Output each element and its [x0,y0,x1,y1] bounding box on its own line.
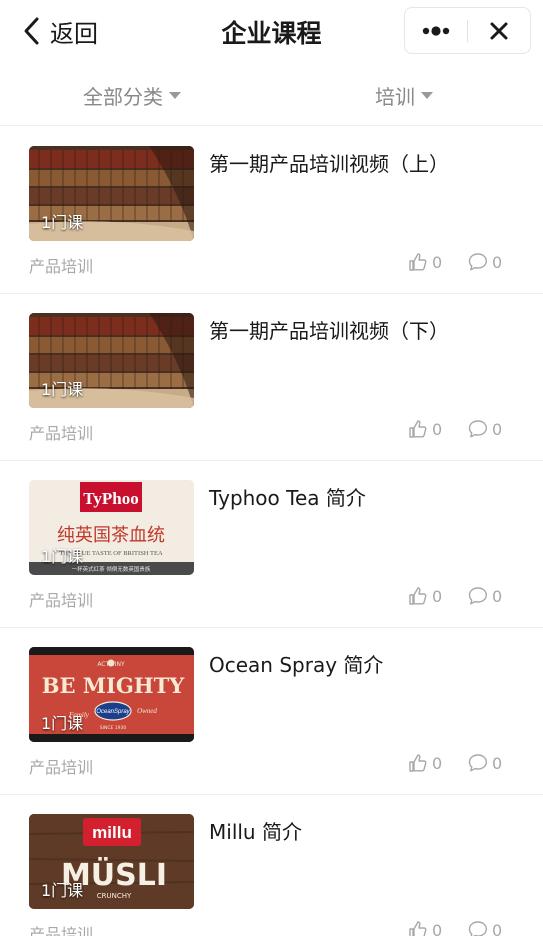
like-stat[interactable]: 0 [408,251,442,273]
course-thumbnail: TyPhoo 纯英国茶血统 THE TRUE TASTE OF BRITISH … [29,480,194,575]
like-stat[interactable]: 0 [408,919,442,936]
caret-down-icon [169,91,181,99]
comment-bubble-icon [468,587,487,605]
thumbs-up-icon [409,253,427,271]
thumbs-up-icon [409,754,427,772]
lesson-count: 1门课 [41,547,84,566]
course-item[interactable]: millu MÜSLI CRUNCHY 1门课 Millu 简介 产品培训 0 … [0,795,543,936]
millu-logo-text: millu [92,823,132,842]
thumbs-up-icon [409,420,427,438]
course-category: 产品培训 [29,925,94,936]
course-thumbnail: 1门课 [29,146,194,241]
comment-count: 0 [492,419,503,439]
comment-stat[interactable]: 0 [468,251,502,273]
typhoo-subline: 一杯英式红茶 倾倒无数英国贵族 [72,565,151,573]
lesson-count: 1门课 [41,881,84,900]
course-item[interactable]: 1门课 第一期产品培训视频（下） 产品培训 0 0 [0,294,543,461]
course-title: 第一期产品培训视频（下） [209,319,449,343]
course-category: 产品培训 [29,591,94,610]
millu-sub: CRUNCHY [97,892,132,900]
comment-bubble-icon [468,921,487,936]
comment-bubble-icon [468,420,487,438]
like-stat[interactable]: 0 [408,418,442,440]
comment-stat[interactable]: 0 [468,585,502,607]
more-dots-icon [422,25,450,36]
type-filter-label: 培训 [375,84,415,109]
course-category: 产品培训 [29,758,94,777]
comment-stat[interactable]: 0 [468,752,502,774]
course-item[interactable]: 1门课 第一期产品培训视频（上） 产品培训 0 0 [0,127,543,294]
nav-bar: 返回 企业课程 [0,0,543,62]
thumbs-up-icon [409,921,427,936]
lesson-count: 1门课 [41,380,84,399]
comment-bubble-icon [468,754,487,772]
like-stat[interactable]: 0 [408,585,442,607]
lesson-count: 1门课 [41,213,84,232]
comment-stat[interactable]: 0 [468,919,502,936]
back-button[interactable]: 返回 [22,14,98,48]
close-icon [490,22,508,39]
typhoo-logo-text: TyPhoo [83,489,138,508]
ocean-top-text: ACT TINY [97,661,125,668]
course-list: 1门课 第一期产品培训视频（上） 产品培训 0 0 1门课 第一期产品培训视频（… [0,127,543,936]
course-title: Ocean Spray 简介 [209,653,384,677]
like-count: 0 [432,252,443,272]
course-title: 第一期产品培训视频（上） [209,152,449,176]
comment-count: 0 [492,252,503,272]
more-button[interactable] [405,8,467,53]
back-label: 返回 [50,19,98,48]
course-thumbnail: ACT TINY BE MIGHTY OceanSpray Family Own… [29,647,194,742]
ocean-headline: BE MIGHTY [42,673,186,698]
ocean-right-script: Owned [137,707,157,715]
course-item[interactable]: TyPhoo 纯英国茶血统 THE TRUE TASTE OF BRITISH … [0,461,543,628]
like-count: 0 [432,753,443,773]
like-count: 0 [432,586,443,606]
ocean-sub: SINCE 1930 [100,725,127,731]
comment-bubble-icon [468,253,487,271]
course-category: 产品培训 [29,257,94,276]
category-filter[interactable]: 全部分类 [83,64,181,126]
course-category: 产品培训 [29,424,94,443]
chevron-left-icon [24,17,39,45]
mini-program-capsule [404,7,531,54]
lesson-count: 1门课 [41,714,84,733]
like-stat[interactable]: 0 [408,752,442,774]
course-thumbnail: 1门课 [29,313,194,408]
course-thumbnail: millu MÜSLI CRUNCHY 1门课 [29,814,194,909]
comment-stat[interactable]: 0 [468,418,502,440]
like-count: 0 [432,419,443,439]
close-button[interactable] [468,8,530,53]
comment-count: 0 [492,586,503,606]
comment-count: 0 [492,753,503,773]
course-title: Millu 简介 [209,820,302,844]
ocean-logo-text: OceanSpray [96,709,130,715]
thumbs-up-icon [409,587,427,605]
course-title: Typhoo Tea 简介 [209,486,366,510]
category-filter-label: 全部分类 [83,84,163,109]
type-filter[interactable]: 培训 [375,64,433,126]
course-list-page: 返回 企业课程 全部分类 培训 1门课 第一期产品培训视频（上） 产品培训 0 … [0,0,543,936]
filter-bar: 全部分类 培训 [0,64,543,126]
comment-count: 0 [492,920,503,936]
like-count: 0 [432,920,443,936]
course-item[interactable]: ACT TINY BE MIGHTY OceanSpray Family Own… [0,628,543,795]
caret-down-icon [421,91,433,99]
